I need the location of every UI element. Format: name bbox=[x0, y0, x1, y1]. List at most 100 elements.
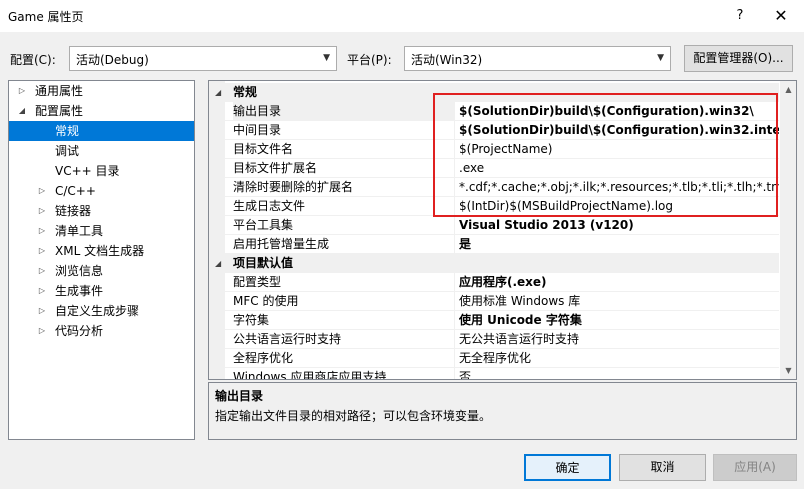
property-name: 平台工具集 bbox=[233, 218, 294, 232]
property-name: 目标文件扩展名 bbox=[233, 161, 318, 175]
tree-item[interactable]: ▷ 生成事件 bbox=[9, 281, 194, 301]
collapse-arrow-icon[interactable]: ◢ bbox=[17, 101, 27, 121]
expand-arrow-icon[interactable]: ▷ bbox=[37, 261, 47, 281]
property-row[interactable]: 平台工具集 Visual Studio 2013 (v120) bbox=[209, 216, 779, 235]
property-row[interactable]: 启用托管增量生成 是 bbox=[209, 235, 779, 254]
expand-arrow-icon[interactable]: ▷ bbox=[37, 181, 47, 201]
tree-item[interactable]: ▷ 自定义生成步骤 bbox=[9, 301, 194, 321]
tree-item-label: VC++ 目录 bbox=[55, 164, 120, 178]
column-divider bbox=[454, 368, 455, 379]
collapse-arrow-icon[interactable]: ◢ bbox=[215, 83, 221, 102]
description-title: 输出目录 bbox=[215, 389, 264, 403]
property-value[interactable]: 应用程序(.exe) bbox=[459, 273, 779, 292]
tree-item-label: 链接器 bbox=[55, 204, 92, 218]
config-label: 配置(C): bbox=[10, 53, 56, 67]
scroll-down-icon[interactable]: ▼ bbox=[780, 362, 796, 379]
expand-arrow-icon[interactable]: ▷ bbox=[37, 241, 47, 261]
tree-item-label: 通用属性 bbox=[35, 84, 84, 98]
collapse-arrow-icon[interactable]: ◢ bbox=[215, 254, 221, 273]
tree-item-label: 清单工具 bbox=[55, 224, 104, 238]
apply-button[interactable]: 应用(A) bbox=[713, 454, 797, 481]
tree-item-label: 调试 bbox=[55, 144, 80, 158]
property-row[interactable]: MFC 的使用 使用标准 Windows 库 bbox=[209, 292, 779, 311]
chevron-down-icon: ▼ bbox=[323, 53, 330, 63]
property-name: 公共语言运行时支持 bbox=[233, 332, 342, 346]
tree-item-label: 自定义生成步骤 bbox=[55, 304, 140, 318]
property-value[interactable]: 是 bbox=[459, 235, 779, 254]
tree-item[interactable]: ▷ 代码分析 bbox=[9, 321, 194, 341]
description-panel: 输出目录 指定输出文件目录的相对路径；可以包含环境变量。 bbox=[208, 382, 797, 440]
description-text: 指定输出文件目录的相对路径；可以包含环境变量。 bbox=[215, 409, 492, 423]
category-label: 项目默认值 bbox=[233, 256, 294, 270]
property-name: 启用托管增量生成 bbox=[233, 237, 330, 251]
tree-item-label: 生成事件 bbox=[55, 284, 104, 298]
expand-arrow-icon[interactable]: ▷ bbox=[37, 301, 47, 321]
tree-item[interactable]: ▷ 清单工具 bbox=[9, 221, 194, 241]
property-row[interactable]: Windows 应用商店应用支持 否 bbox=[209, 368, 779, 380]
config-dropdown[interactable]: 活动(Debug) ▼ bbox=[69, 46, 337, 71]
tree-item-label: 浏览信息 bbox=[55, 264, 104, 278]
column-divider bbox=[454, 273, 455, 292]
window-title: Game 属性页 bbox=[8, 10, 84, 24]
expand-arrow-icon[interactable]: ▷ bbox=[37, 201, 47, 221]
property-name: 字符集 bbox=[233, 313, 270, 327]
close-icon[interactable]: ✕ bbox=[766, 4, 796, 28]
expand-arrow-icon[interactable]: ▷ bbox=[37, 281, 47, 301]
highlight-box bbox=[433, 93, 778, 217]
property-row[interactable]: 配置类型 应用程序(.exe) bbox=[209, 273, 779, 292]
category-label: 常规 bbox=[233, 85, 258, 99]
property-name: Windows 应用商店应用支持 bbox=[233, 370, 387, 380]
title-bar bbox=[0, 0, 804, 32]
property-value[interactable]: 使用 Unicode 字符集 bbox=[459, 311, 779, 330]
tree-item-label: 配置属性 bbox=[35, 104, 84, 118]
tree-item[interactable]: 调试 bbox=[9, 141, 194, 161]
property-value[interactable]: 使用标准 Windows 库 bbox=[459, 292, 779, 311]
cancel-button[interactable]: 取消 bbox=[619, 454, 706, 481]
expand-arrow-icon[interactable]: ▷ bbox=[37, 221, 47, 241]
platform-dropdown-value: 活动(Win32) bbox=[411, 53, 483, 67]
column-divider bbox=[454, 349, 455, 368]
property-value[interactable]: 无公共语言运行时支持 bbox=[459, 330, 779, 349]
tree-item-label: 常规 bbox=[55, 124, 80, 138]
property-value[interactable]: Visual Studio 2013 (v120) bbox=[459, 216, 779, 235]
tree-item[interactable]: ▷ 通用属性 bbox=[9, 81, 194, 101]
tree-item[interactable]: ◢ 配置属性 bbox=[9, 101, 194, 121]
column-divider bbox=[454, 330, 455, 349]
ok-button[interactable]: 确定 bbox=[524, 454, 611, 481]
property-name: 清除时要删除的扩展名 bbox=[233, 180, 354, 194]
tree-item[interactable]: ▷ 浏览信息 bbox=[9, 261, 194, 281]
property-row[interactable]: 公共语言运行时支持 无公共语言运行时支持 bbox=[209, 330, 779, 349]
column-divider bbox=[454, 311, 455, 330]
property-name: 目标文件名 bbox=[233, 142, 294, 156]
grid-category[interactable]: ◢ 项目默认值 bbox=[209, 254, 779, 273]
tree-item-label: XML 文档生成器 bbox=[55, 244, 145, 258]
tree-item-label: C/C++ bbox=[55, 184, 96, 198]
tree-item[interactable]: ▷ 链接器 bbox=[9, 201, 194, 221]
property-row[interactable]: 字符集 使用 Unicode 字符集 bbox=[209, 311, 779, 330]
property-name: 配置类型 bbox=[233, 275, 282, 289]
config-dropdown-value: 活动(Debug) bbox=[76, 53, 149, 67]
tree-item[interactable]: 常规 bbox=[9, 121, 194, 141]
vertical-scrollbar[interactable]: ▲ ▼ bbox=[780, 81, 796, 379]
expand-arrow-icon[interactable]: ▷ bbox=[17, 81, 27, 101]
column-divider bbox=[454, 292, 455, 311]
property-row[interactable]: 全程序优化 无全程序优化 bbox=[209, 349, 779, 368]
property-name: 中间目录 bbox=[233, 123, 282, 137]
help-button[interactable]: ? bbox=[728, 4, 752, 28]
platform-label: 平台(P): bbox=[347, 53, 392, 67]
column-divider bbox=[454, 216, 455, 235]
property-tree[interactable]: ▷ 通用属性 ◢ 配置属性常规调试 VC++ 目录 ▷ C/C++ ▷ 链接器 ▷ 清单工具 ▷ XML… bbox=[8, 80, 195, 440]
tree-item[interactable]: VC++ 目录 bbox=[9, 161, 194, 181]
property-value[interactable]: 否 bbox=[459, 368, 779, 379]
property-name: 输出目录 bbox=[233, 102, 454, 121]
config-manager-button[interactable]: 配置管理器(O)... bbox=[684, 45, 793, 72]
scroll-up-icon[interactable]: ▲ bbox=[780, 81, 796, 98]
property-name: 生成日志文件 bbox=[233, 199, 306, 213]
expand-arrow-icon[interactable]: ▷ bbox=[37, 321, 47, 341]
tree-item[interactable]: ▷ C/C++ bbox=[9, 181, 194, 201]
property-value[interactable]: 无全程序优化 bbox=[459, 349, 779, 368]
platform-dropdown[interactable]: 活动(Win32) ▼ bbox=[404, 46, 671, 71]
tree-item[interactable]: ▷ XML 文档生成器 bbox=[9, 241, 194, 261]
property-name: MFC 的使用 bbox=[233, 294, 299, 308]
tree-item-label: 代码分析 bbox=[55, 324, 104, 338]
